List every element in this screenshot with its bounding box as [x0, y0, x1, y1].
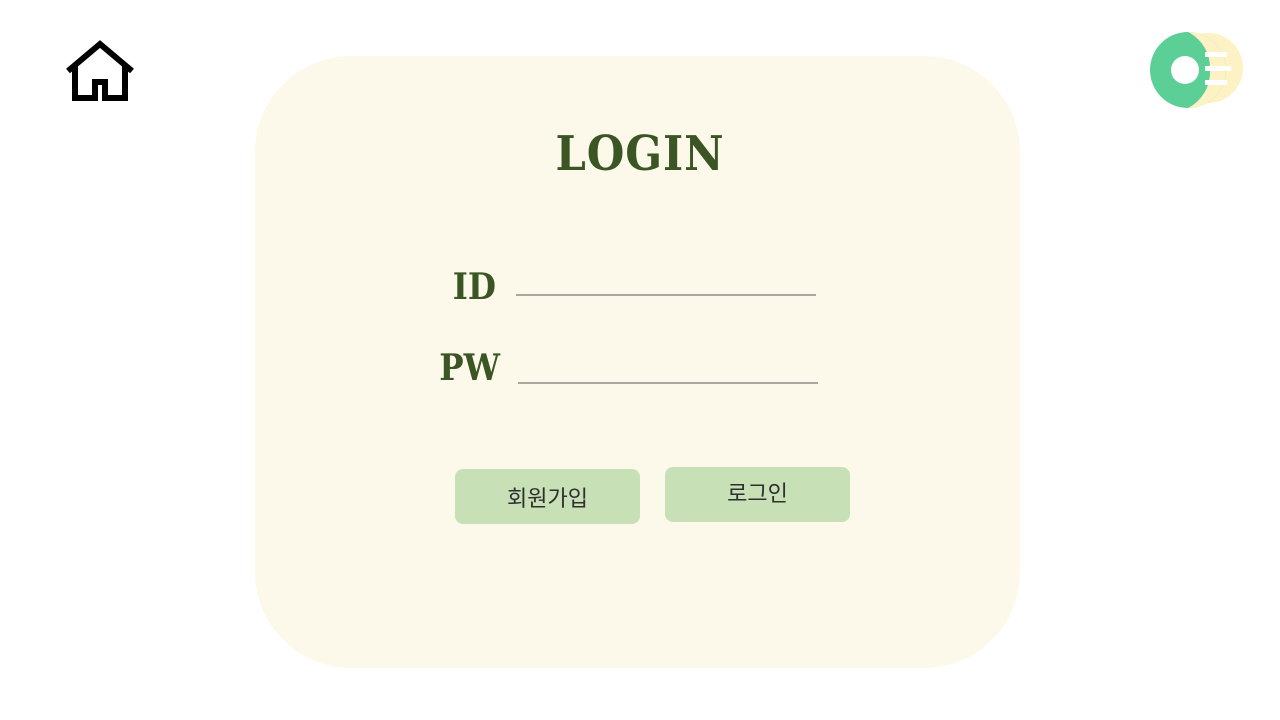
brand-logo [1148, 30, 1248, 112]
login-title: LOGIN [555, 126, 725, 182]
brand-logo-icon [1150, 32, 1243, 108]
id-input[interactable] [516, 266, 816, 296]
home-icon [66, 40, 134, 101]
pw-label: PW [439, 347, 500, 389]
home-button[interactable] [64, 38, 136, 104]
signup-button[interactable]: 회원가입 [455, 469, 640, 524]
pw-input[interactable] [518, 354, 818, 384]
login-button-label: 로그인 [727, 481, 788, 507]
id-label: ID [452, 266, 496, 308]
login-screen: LOGIN ID PW 회원가입 로그인 [0, 0, 1280, 720]
login-button[interactable]: 로그인 [665, 467, 850, 522]
